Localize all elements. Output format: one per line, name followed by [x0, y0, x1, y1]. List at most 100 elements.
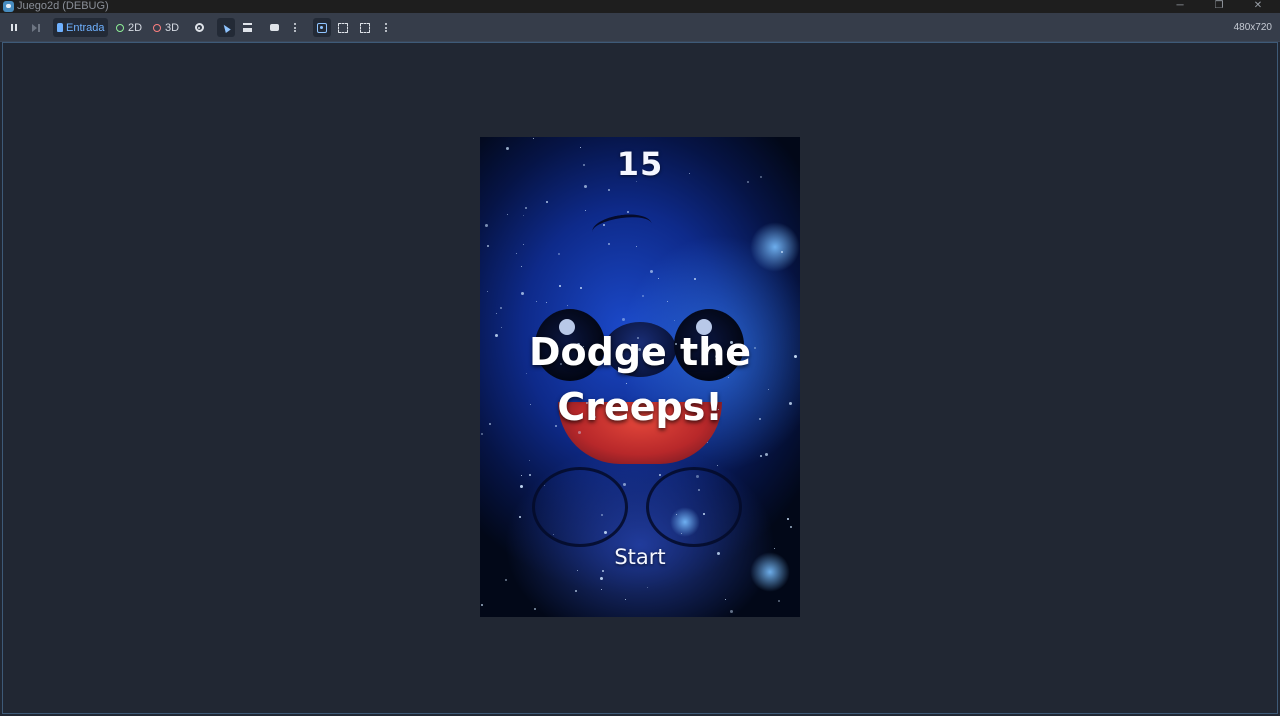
star — [696, 475, 699, 478]
more-icon — [385, 23, 387, 32]
focus-button[interactable] — [313, 18, 331, 37]
star — [647, 587, 648, 588]
camera-override-button[interactable] — [266, 18, 282, 37]
star — [698, 489, 700, 491]
godot-app-icon — [3, 1, 14, 12]
star — [487, 291, 488, 292]
background-hand-left — [532, 467, 628, 547]
star — [577, 570, 578, 571]
star — [650, 270, 653, 273]
restore-button[interactable]: ❐ — [1199, 0, 1239, 13]
star — [765, 453, 768, 456]
star — [774, 548, 775, 549]
pause-button[interactable] — [6, 18, 22, 37]
star — [516, 253, 517, 254]
window-titlebar: Juego2d (DEBUG) ─ ❐ ✕ — [0, 0, 1280, 13]
star — [521, 292, 524, 295]
star — [760, 455, 762, 457]
nebula-glow — [750, 552, 790, 592]
circle-3d-icon — [152, 23, 161, 32]
nebula-glow — [750, 222, 800, 272]
star — [659, 474, 661, 476]
star — [625, 599, 626, 600]
star — [778, 600, 780, 602]
next-frame-button[interactable] — [28, 18, 44, 37]
input-mode-button[interactable]: Entrada — [53, 18, 108, 37]
fullscreen-icon — [360, 22, 370, 33]
star — [717, 552, 720, 555]
mode-2d-button[interactable]: 2D — [114, 18, 144, 37]
expand-button[interactable] — [335, 18, 351, 37]
star — [627, 211, 629, 213]
title-message: Dodge the Creeps! — [528, 330, 752, 429]
star — [496, 313, 497, 314]
star — [658, 278, 659, 279]
star — [636, 246, 637, 247]
star — [667, 301, 668, 302]
star — [608, 243, 610, 245]
mode-3d-label: 3D — [164, 21, 180, 34]
camera-options-button[interactable] — [290, 18, 300, 37]
star — [790, 526, 792, 528]
star — [533, 138, 534, 139]
game-screen[interactable]: 15 Dodge the Creeps! Start — [480, 137, 800, 617]
star — [485, 224, 488, 227]
star — [546, 201, 548, 203]
star — [601, 589, 602, 590]
eye-icon — [194, 23, 204, 32]
star — [622, 318, 625, 321]
star — [717, 465, 718, 466]
list-icon — [242, 23, 252, 32]
fullscreen-button[interactable] — [357, 18, 373, 37]
minimize-button[interactable]: ─ — [1160, 0, 1200, 13]
star — [523, 244, 524, 245]
star — [580, 287, 582, 289]
star — [523, 215, 524, 216]
star — [707, 442, 708, 443]
star — [536, 301, 537, 302]
star — [787, 518, 789, 520]
star — [529, 474, 531, 476]
star — [567, 305, 568, 306]
star — [546, 302, 547, 303]
mode-3d-button[interactable]: 3D — [151, 18, 181, 37]
input-mode-label: Entrada — [66, 21, 105, 34]
star — [681, 533, 682, 534]
star — [505, 579, 507, 581]
star — [525, 207, 527, 209]
star — [694, 278, 696, 280]
star — [519, 516, 521, 518]
star — [604, 531, 607, 534]
list-select-button[interactable] — [239, 18, 255, 37]
next-frame-icon — [32, 23, 40, 32]
star — [500, 307, 502, 309]
star — [585, 210, 586, 211]
circle-2d-icon — [115, 23, 124, 32]
close-button[interactable]: ✕ — [1238, 0, 1278, 13]
star — [600, 577, 603, 580]
star — [520, 485, 523, 488]
star — [521, 475, 522, 476]
resolution-label: 480x720 — [1233, 22, 1272, 33]
hand-icon — [57, 23, 63, 32]
star — [558, 253, 560, 255]
star — [559, 285, 561, 287]
visibility-button[interactable] — [191, 18, 207, 37]
focus-icon — [317, 22, 327, 33]
star — [623, 483, 626, 486]
background-hand-right — [646, 467, 742, 547]
embed-options-button[interactable] — [381, 18, 391, 37]
star — [544, 485, 545, 486]
star — [575, 590, 577, 592]
star — [608, 189, 610, 191]
star — [487, 245, 489, 247]
start-button[interactable]: Start — [600, 543, 680, 571]
window-title: Juego2d (DEBUG) — [17, 0, 109, 12]
more-icon — [294, 23, 296, 32]
star — [725, 599, 726, 600]
select-mode-button[interactable] — [217, 18, 235, 37]
debug-toolbar: Entrada 2D 3D 480x720 — [0, 13, 1280, 42]
star — [601, 514, 603, 516]
score-label: 15 — [616, 145, 664, 183]
expand-icon — [338, 22, 348, 33]
